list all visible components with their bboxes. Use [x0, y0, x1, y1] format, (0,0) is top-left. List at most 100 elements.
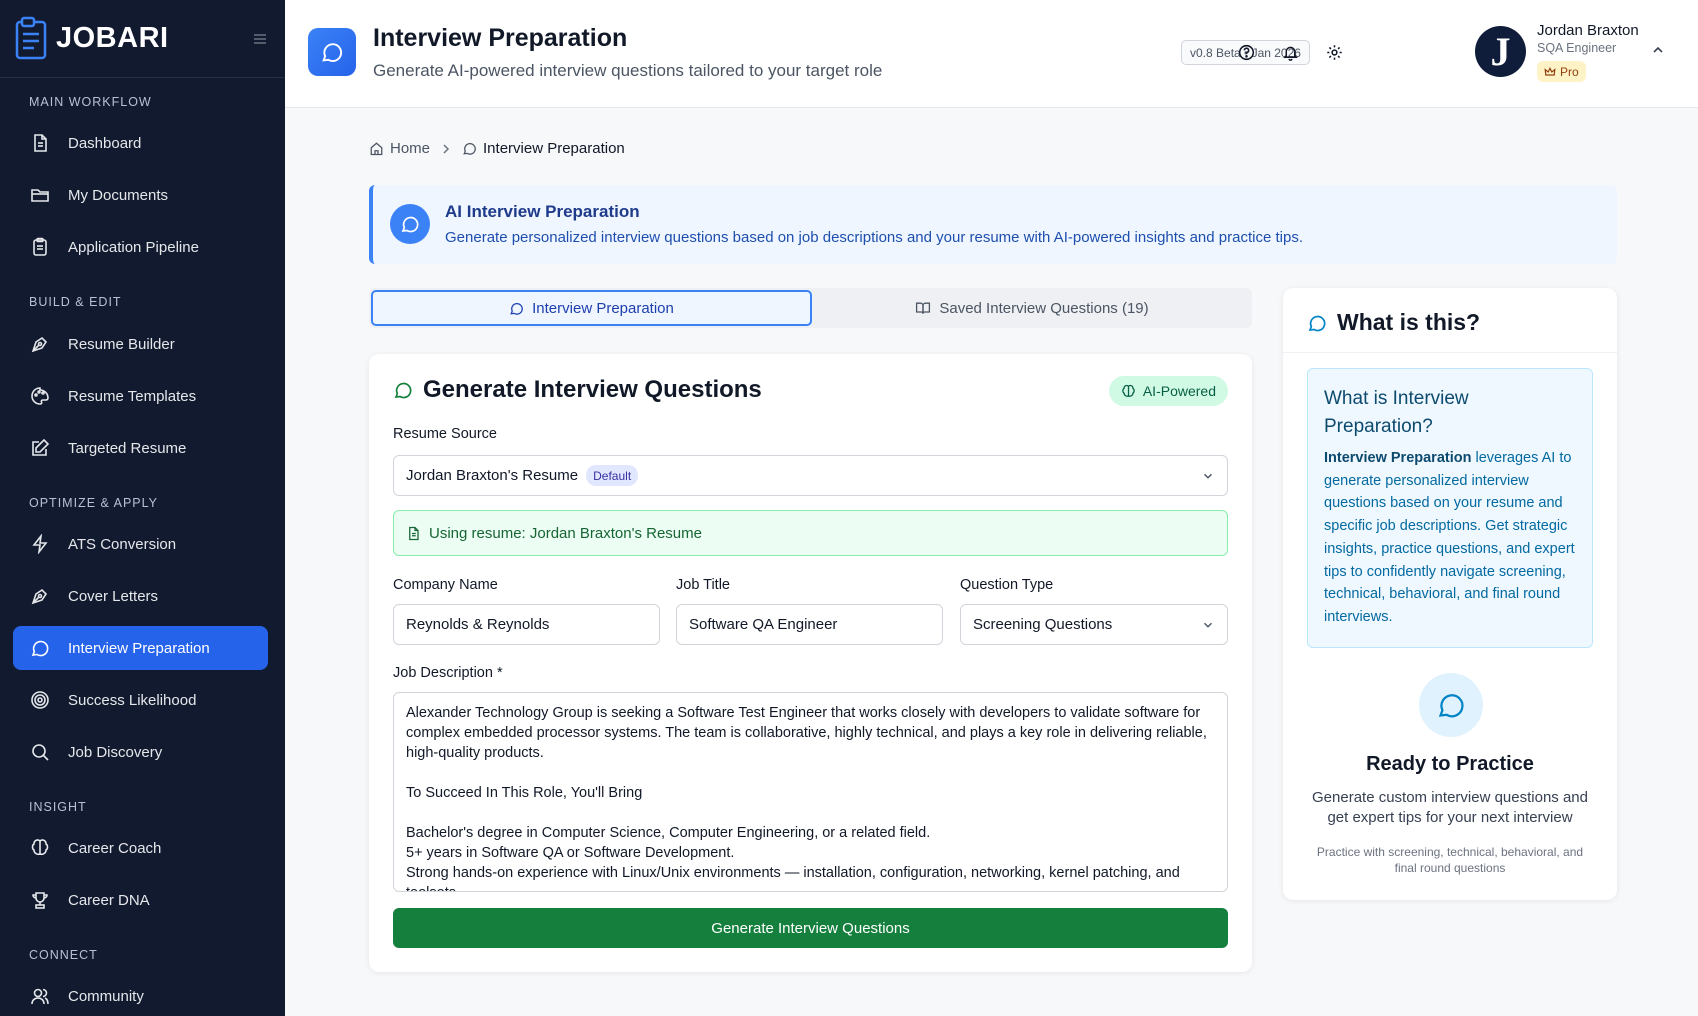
resume-source-value: Jordan Braxton's Resume — [406, 467, 579, 484]
sidebar-item-label: Success Likelihood — [68, 691, 197, 709]
job-description-textarea[interactable]: Alexander Technology Group is seeking a … — [393, 692, 1228, 892]
brain-icon — [1121, 384, 1136, 399]
using-resume-text: Using resume: Jordan Braxton's Resume — [429, 524, 702, 542]
form-title: Generate Interview Questions — [393, 376, 762, 404]
chat-icon — [29, 637, 51, 659]
sidebar-item-label: Interview Preparation — [68, 639, 210, 657]
company-name-input[interactable]: Reynolds & Reynolds — [393, 604, 660, 645]
target-icon — [29, 689, 51, 711]
book-icon — [915, 300, 931, 316]
chevron-up-icon[interactable] — [1650, 42, 1666, 58]
edit-icon — [29, 437, 51, 459]
chat-icon — [462, 141, 477, 156]
sidebar-item-label: Application Pipeline — [68, 238, 199, 256]
job-title-input[interactable]: Software QA Engineer — [676, 604, 943, 645]
tabs: Interview Preparation Saved Interview Qu… — [369, 288, 1252, 328]
chat-icon — [1419, 673, 1483, 737]
ai-powered-badge: AI-Powered — [1108, 376, 1228, 406]
sidebar-item-career-dna[interactable]: Career DNA — [13, 878, 268, 922]
logo-icon — [14, 16, 52, 62]
ai-badge-label: AI-Powered — [1142, 383, 1216, 399]
user-role: SQA Engineer — [1537, 41, 1617, 55]
chat-icon — [308, 28, 356, 76]
info-banner: AI Interview Preparation Generate person… — [369, 185, 1617, 264]
generate-questions-button[interactable]: Generate Interview Questions — [393, 908, 1228, 948]
brand: JOBARI — [0, 0, 285, 78]
sidebar-item-career-coach[interactable]: Career Coach — [13, 826, 268, 870]
page-subtitle: Generate AI-powered interview questions … — [373, 61, 883, 80]
crown-icon — [1544, 66, 1556, 78]
document-icon — [406, 526, 421, 541]
nav-section-insight: INSIGHT — [29, 800, 87, 814]
palette-icon — [29, 385, 51, 407]
sidebar-item-dashboard[interactable]: Dashboard — [13, 121, 268, 165]
sidebar: JOBARI MAIN WORKFLOW Dashboard My Docume… — [0, 0, 285, 1016]
sidebar-item-ats-conversion[interactable]: ATS Conversion — [13, 522, 268, 566]
help-icon[interactable] — [1235, 41, 1257, 63]
nav-section-build-edit: BUILD & EDIT — [29, 295, 122, 309]
folder-icon — [29, 184, 51, 206]
default-badge: Default — [586, 465, 639, 486]
chevron-right-icon — [440, 143, 452, 155]
pen-tool-icon — [29, 585, 51, 607]
what-is-box: What is Interview Preparation? Interview… — [1307, 368, 1593, 648]
form-title-text: Generate Interview Questions — [423, 376, 762, 403]
sidebar-item-community[interactable]: Community — [13, 974, 268, 1016]
menu-collapse-icon[interactable] — [249, 28, 271, 50]
what-is-title: What is Interview Preparation? — [1324, 388, 1469, 437]
users-icon — [29, 985, 51, 1007]
sidebar-item-resume-builder[interactable]: Resume Builder — [13, 322, 268, 366]
search-icon — [29, 741, 51, 763]
what-is-this-panel: What is this? What is Interview Preparat… — [1283, 288, 1617, 900]
nav-section-connect: CONNECT — [29, 948, 98, 962]
top-header: Interview Preparation Generate AI-powere… — [285, 0, 1698, 108]
breadcrumb: Home Interview Preparation — [369, 140, 625, 157]
breadcrumb-current: Interview Preparation — [483, 140, 625, 157]
sidebar-item-targeted-resume[interactable]: Targeted Resume — [13, 426, 268, 470]
banner-description: Generate personalized interview question… — [445, 229, 1303, 246]
home-icon — [369, 141, 384, 156]
divider — [1283, 352, 1617, 353]
sidebar-item-resume-templates[interactable]: Resume Templates — [13, 374, 268, 418]
sidebar-item-job-discovery[interactable]: Job Discovery — [13, 730, 268, 774]
sidebar-item-label: My Documents — [68, 186, 169, 204]
question-type-label: Question Type — [960, 577, 1054, 593]
sidebar-item-success-likelihood[interactable]: Success Likelihood — [13, 678, 268, 722]
avatar[interactable]: J — [1475, 26, 1526, 77]
question-type-select[interactable]: Screening Questions — [960, 604, 1228, 645]
chevron-down-icon — [1201, 469, 1215, 483]
sidebar-item-my-documents[interactable]: My Documents — [13, 173, 268, 217]
nav-section-main-workflow: MAIN WORKFLOW — [29, 95, 152, 109]
tab-label: Saved Interview Questions (19) — [939, 299, 1149, 317]
sidebar-item-application-pipeline[interactable]: Application Pipeline — [13, 225, 268, 269]
sidebar-item-label: ATS Conversion — [68, 535, 177, 553]
ready-title: Ready to Practice — [1366, 753, 1534, 775]
banner-title: AI Interview Preparation — [445, 202, 640, 221]
sidebar-item-label: Dashboard — [68, 134, 142, 152]
user-name: Jordan Braxton — [1537, 22, 1639, 39]
brand-name: JOBARI — [56, 22, 169, 54]
pen-tool-icon — [29, 333, 51, 355]
ready-note: Practice with screening, technical, beha… — [1316, 845, 1584, 875]
question-type-value: Screening Questions — [973, 616, 1113, 633]
gear-icon[interactable] — [1323, 41, 1345, 63]
sidebar-item-interview-preparation[interactable]: Interview Preparation — [13, 626, 268, 670]
sidebar-item-label: Resume Templates — [68, 387, 197, 405]
plan-badge: Pro — [1537, 61, 1586, 82]
breadcrumb-home-link[interactable]: Home — [390, 140, 430, 157]
company-name-label: Company Name — [393, 577, 498, 593]
tab-label: Interview Preparation — [532, 299, 674, 317]
bell-icon[interactable] — [1279, 41, 1301, 63]
sidebar-item-label: Career DNA — [68, 891, 150, 909]
clipboard-icon — [29, 236, 51, 258]
chevron-down-icon — [1201, 618, 1215, 632]
tab-interview-preparation[interactable]: Interview Preparation — [371, 290, 812, 326]
resume-source-select[interactable]: Jordan Braxton's Resume Default — [393, 455, 1228, 496]
document-icon — [29, 132, 51, 154]
lightning-icon — [29, 533, 51, 555]
sidebar-item-label: Job Discovery — [68, 743, 163, 761]
sidebar-item-cover-letters[interactable]: Cover Letters — [13, 574, 268, 618]
page-title: Interview Preparation — [373, 24, 628, 52]
tab-saved-interview-questions[interactable]: Saved Interview Questions (19) — [814, 290, 1250, 326]
sidebar-item-label: Resume Builder — [68, 335, 175, 353]
